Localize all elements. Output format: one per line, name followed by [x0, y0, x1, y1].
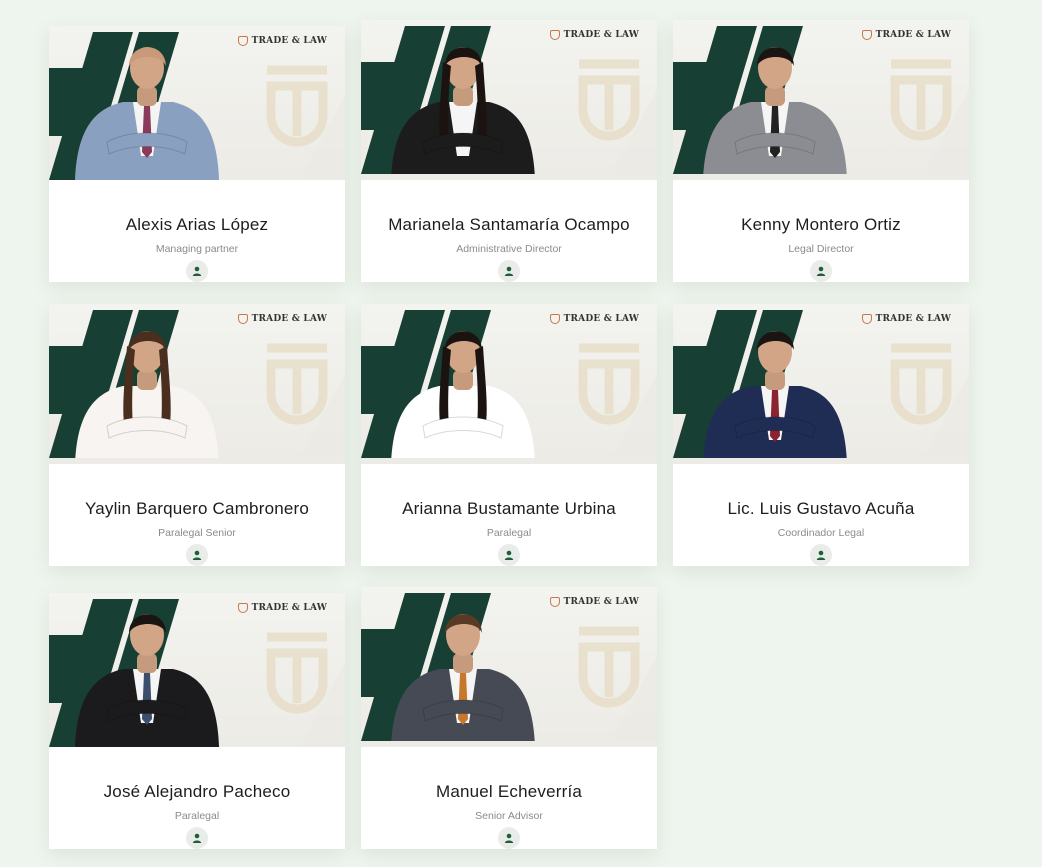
user-icon — [816, 266, 826, 276]
member-role: Paralegal — [486, 527, 532, 539]
member-name: Lic. Luis Gustavo Acuña — [727, 499, 915, 518]
member-role: Coordinador Legal — [777, 527, 865, 539]
brand-logo-text: TRADE & LAW — [875, 314, 951, 324]
user-icon — [816, 550, 826, 560]
trade-law-logo: TRADE & LAW — [549, 597, 639, 607]
team-member-card: TRADE & LAW Kenny Montero Ortiz Legal Di… — [673, 20, 969, 282]
team-member-card: TRADE & LAW Lic. Luis Gustavo Acuña Coor… — [673, 304, 969, 566]
user-icon — [192, 550, 202, 560]
team-member-card: TRADE & LAW Yaylin Barquero Cambronero P… — [49, 304, 345, 566]
person-portrait — [75, 614, 219, 747]
member-photo: TRADE & LAW — [361, 304, 657, 464]
user-icon — [192, 833, 202, 843]
brand-logo-text: TRADE & LAW — [875, 30, 951, 40]
person-portrait — [391, 614, 535, 741]
team-member-card: TRADE & LAW Manuel Echeverría Senior Adv… — [361, 587, 657, 849]
member-name: Yaylin Barquero Cambronero — [84, 499, 310, 518]
member-name: Marianela Santamaría Ocampo — [388, 215, 630, 234]
user-icon — [504, 266, 514, 276]
member-photo: TRADE & LAW — [673, 20, 969, 180]
member-role: Administrative Director — [456, 243, 562, 255]
member-info: Arianna Bustamante Urbina Paralegal — [361, 464, 657, 566]
trade-law-logo: TRADE & LAW — [237, 603, 327, 613]
view-profile-button[interactable] — [498, 260, 520, 282]
brand-logo-text: TRADE & LAW — [563, 30, 639, 40]
member-info: Yaylin Barquero Cambronero Paralegal Sen… — [49, 464, 345, 566]
shield-icon — [237, 603, 248, 613]
member-role: Paralegal Senior — [158, 527, 236, 539]
member-photo: TRADE & LAW — [361, 20, 657, 180]
shield-icon — [549, 314, 560, 324]
member-photo: TRADE & LAW — [361, 587, 657, 747]
member-info: José Alejandro Pacheco Paralegal — [49, 747, 345, 849]
member-name: Alexis Arias López — [125, 215, 269, 234]
team-member-card: TRADE & LAW Marianela Santamaría Ocampo … — [361, 20, 657, 282]
brand-logo-text: TRADE & LAW — [251, 603, 327, 613]
brand-logo-text: TRADE & LAW — [563, 597, 639, 607]
trade-law-logo: TRADE & LAW — [237, 314, 327, 324]
shield-icon — [861, 30, 872, 40]
view-profile-button[interactable] — [498, 827, 520, 849]
member-name: Kenny Montero Ortiz — [741, 215, 901, 234]
member-photo: TRADE & LAW — [49, 304, 345, 464]
shield-icon — [549, 597, 560, 607]
brand-logo-text: TRADE & LAW — [251, 314, 327, 324]
shield-icon — [237, 314, 248, 324]
person-portrait — [391, 331, 535, 458]
brand-logo-text: TRADE & LAW — [563, 314, 639, 324]
person-portrait — [75, 331, 219, 458]
view-profile-button[interactable] — [810, 544, 832, 566]
member-role: Managing partner — [155, 243, 239, 255]
trade-law-logo: TRADE & LAW — [861, 314, 951, 324]
member-photo: TRADE & LAW — [673, 304, 969, 464]
view-profile-button[interactable] — [186, 260, 208, 282]
member-name: Arianna Bustamante Urbina — [402, 499, 616, 518]
person-portrait — [703, 47, 847, 174]
team-member-card: TRADE & LAW Alexis Arias López Managing … — [49, 26, 345, 282]
member-info: Marianela Santamaría Ocampo Administrati… — [361, 180, 657, 282]
user-icon — [504, 550, 514, 560]
trade-law-logo: TRADE & LAW — [237, 36, 327, 46]
team-member-card: TRADE & LAW Arianna Bustamante Urbina Pa… — [361, 304, 657, 566]
member-role: Paralegal — [174, 810, 220, 822]
user-icon — [504, 833, 514, 843]
team-member-card: TRADE & LAW José Alejandro Pacheco Paral… — [49, 593, 345, 849]
brand-logo-text: TRADE & LAW — [251, 36, 327, 46]
trade-law-logo: TRADE & LAW — [549, 314, 639, 324]
member-photo: TRADE & LAW — [49, 26, 345, 180]
member-role: Senior Advisor — [475, 810, 543, 822]
member-info: Kenny Montero Ortiz Legal Director — [673, 180, 969, 282]
person-portrait — [703, 331, 847, 458]
member-photo: TRADE & LAW — [49, 593, 345, 747]
member-name: José Alejandro Pacheco — [103, 782, 291, 801]
shield-icon — [237, 36, 248, 46]
view-profile-button[interactable] — [186, 544, 208, 566]
member-name: Manuel Echeverría — [435, 782, 583, 801]
member-info: Manuel Echeverría Senior Advisor — [361, 747, 657, 849]
member-info: Lic. Luis Gustavo Acuña Coordinador Lega… — [673, 464, 969, 566]
person-portrait — [391, 47, 535, 174]
shield-icon — [549, 30, 560, 40]
trade-law-logo: TRADE & LAW — [549, 30, 639, 40]
view-profile-button[interactable] — [186, 827, 208, 849]
person-portrait — [75, 47, 219, 180]
trade-law-logo: TRADE & LAW — [861, 30, 951, 40]
shield-icon — [861, 314, 872, 324]
view-profile-button[interactable] — [498, 544, 520, 566]
member-role: Legal Director — [788, 243, 854, 255]
view-profile-button[interactable] — [810, 260, 832, 282]
user-icon — [192, 266, 202, 276]
member-info: Alexis Arias López Managing partner — [49, 180, 345, 282]
